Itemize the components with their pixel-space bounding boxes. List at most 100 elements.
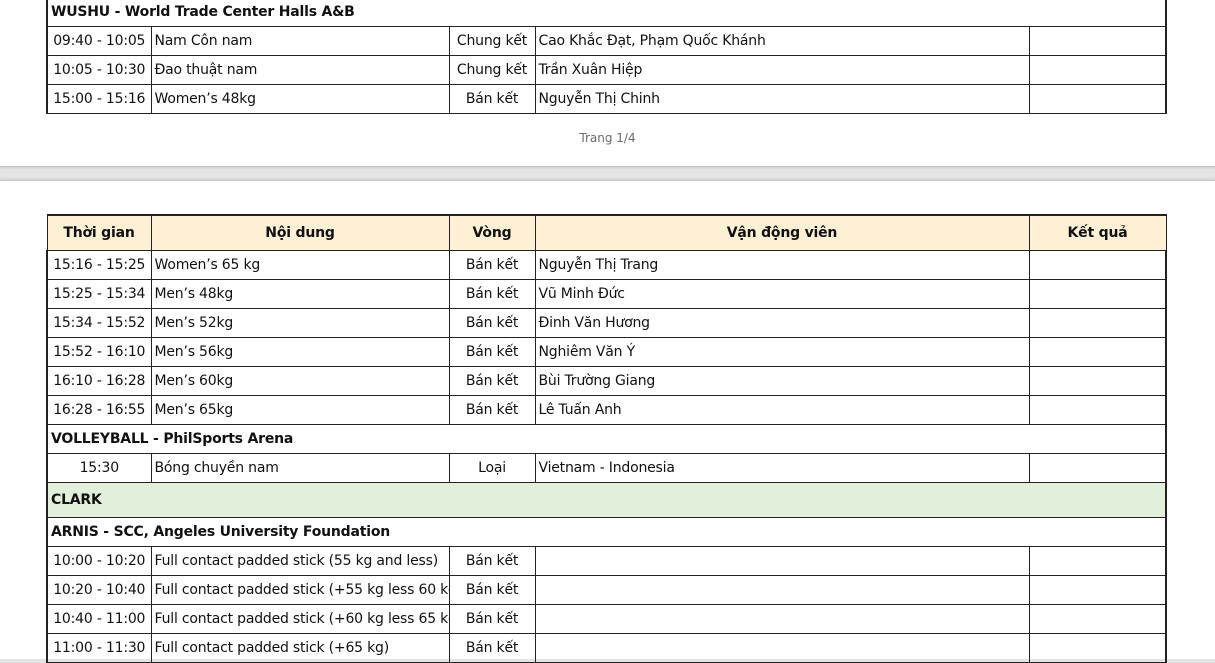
cell-athletes: Nghiêm Văn Ý xyxy=(534,337,1030,367)
cell-event: Women’s 48kg xyxy=(150,84,450,114)
cell-round: Chung kết xyxy=(448,55,536,85)
cell-time: 15:34 - 15:52 xyxy=(46,308,152,338)
cell-event: Men’s 56kg xyxy=(150,337,450,367)
cell-athletes: Lê Tuấn Anh xyxy=(534,395,1030,425)
cell-event: Nam Côn nam xyxy=(150,26,450,56)
table-header-row: Thời gian Nội dung Vòng Vận động viên Kế… xyxy=(46,214,1167,251)
cell-athletes xyxy=(534,575,1030,605)
cell-time: 15:52 - 16:10 xyxy=(46,337,152,367)
table-row: 15:34 - 15:52 Men’s 52kg Bán kết Đinh Văn … xyxy=(46,308,1167,338)
cell-time: 10:20 - 10:40 xyxy=(46,575,152,605)
cell-time: 09:40 - 10:05 xyxy=(46,26,152,56)
cell-event: Women’s 65 kg xyxy=(150,250,450,280)
cell-athletes: Vietnam - Indonesia xyxy=(534,453,1030,483)
cell-result xyxy=(1028,337,1167,367)
header-time: Thời gian xyxy=(46,214,152,251)
venue-label: VOLLEYBALL - PhilSports Arena xyxy=(46,424,1167,454)
cell-time: 10:40 - 11:00 xyxy=(46,604,152,634)
cell-time: 10:00 - 10:20 xyxy=(46,546,152,576)
schedule-table-page-1: WUSHU - World Trade Center Halls A&B 09:… xyxy=(46,0,1167,114)
table-row: 16:10 - 16:28 Men’s 60kg Bán kết Bùi Trường… xyxy=(46,366,1167,396)
schedule-table-page-2: Thời gian Nội dung Vòng Vận động viên Kế… xyxy=(46,214,1167,663)
cell-athletes: Bùi Trường Giang xyxy=(534,366,1030,396)
cell-event: Men’s 60kg xyxy=(150,366,450,396)
cell-round: Bán kết xyxy=(448,546,536,576)
region-row: CLARK xyxy=(46,482,1167,518)
cell-time: 16:28 - 16:55 xyxy=(46,395,152,425)
cell-time: 11:00 - 11:30 xyxy=(46,633,152,663)
cell-round: Bán kết xyxy=(448,604,536,634)
cell-result xyxy=(1028,575,1167,605)
page-footer: Trang 1/4 xyxy=(579,131,636,145)
cell-result xyxy=(1028,308,1167,338)
cell-athletes: Trần Xuân Hiệp xyxy=(534,55,1030,85)
cell-athletes xyxy=(534,604,1030,634)
cell-result xyxy=(1028,453,1167,483)
table-row: 15:16 - 15:25 Women’s 65 kg Bán kết Nguyễn … xyxy=(46,250,1167,280)
cell-event: Full contact padded stick (55 kg and les… xyxy=(150,546,450,576)
cell-round: Chung kết xyxy=(448,26,536,56)
cell-result xyxy=(1028,250,1167,280)
table-row: 15:00 - 15:16 Women’s 48kg Bán kết Nguyễn T… xyxy=(46,84,1167,114)
table-row: 10:20 - 10:40 Full contact padded stick (… xyxy=(46,575,1167,605)
cell-athletes: Vũ Minh Đức xyxy=(534,279,1030,309)
cell-time: 15:16 - 15:25 xyxy=(46,250,152,280)
cell-event: Men’s 48kg xyxy=(150,279,450,309)
cell-round: Bán kết xyxy=(448,337,536,367)
venue-label: ARNIS - SCC, Angeles University Foundati… xyxy=(46,517,1167,547)
cell-athletes xyxy=(534,546,1030,576)
cell-result xyxy=(1028,55,1167,85)
table-row: 09:40 - 10:05 Nam Côn nam Chung kết Cao Khắ… xyxy=(46,26,1167,56)
table-row: 11:00 - 11:30 Full contact padded stick (… xyxy=(46,633,1167,663)
cell-time: 16:10 - 16:28 xyxy=(46,366,152,396)
cell-result xyxy=(1028,26,1167,56)
header-event: Nội dung xyxy=(150,214,450,251)
cell-event: Bóng chuyền nam xyxy=(150,453,450,483)
cell-round: Bán kết xyxy=(448,366,536,396)
venue-label: WUSHU - World Trade Center Halls A&B xyxy=(46,0,1167,27)
cell-round: Bán kết xyxy=(448,84,536,114)
cell-time: 15:30 xyxy=(46,453,152,483)
cell-result xyxy=(1028,395,1167,425)
table-row: 10:40 - 11:00 Full contact padded stick (… xyxy=(46,604,1167,634)
cell-event: Men’s 52kg xyxy=(150,308,450,338)
cell-result xyxy=(1028,633,1167,663)
cell-time: 15:00 - 15:16 xyxy=(46,84,152,114)
document-page-2: Thời gian Nội dung Vòng Vận động viên Kế… xyxy=(0,180,1215,663)
header-result: Kết quả xyxy=(1028,214,1167,251)
document-page-1: WUSHU - World Trade Center Halls A&B 09:… xyxy=(0,0,1215,167)
cell-round: Bán kết xyxy=(448,395,536,425)
cell-event: Đao thuật nam xyxy=(150,55,450,85)
cell-result xyxy=(1028,546,1167,576)
table-row: 16:28 - 16:55 Men’s 65kg Bán kết Lê Tuấn An… xyxy=(46,395,1167,425)
table-row: 15:30 Bóng chuyền nam Loại Vietnam - Indone… xyxy=(46,453,1167,483)
cell-time: 10:05 - 10:30 xyxy=(46,55,152,85)
cell-event: Full contact padded stick (+65 kg) xyxy=(150,633,450,663)
table-row: 10:00 - 10:20 Full contact padded stick (… xyxy=(46,546,1167,576)
cell-result xyxy=(1028,84,1167,114)
cell-round: Bán kết xyxy=(448,633,536,663)
cell-athletes xyxy=(534,633,1030,663)
cell-athletes: Nguyễn Thị Trang xyxy=(534,250,1030,280)
header-athletes: Vận động viên xyxy=(534,214,1030,251)
cell-time: 15:25 - 15:34 xyxy=(46,279,152,309)
venue-row: VOLLEYBALL - PhilSports Arena xyxy=(46,424,1167,454)
cell-event: Men’s 65kg xyxy=(150,395,450,425)
table-row: 15:25 - 15:34 Men’s 48kg Bán kết Vũ Minh Đứ… xyxy=(46,279,1167,309)
venue-row: ARNIS - SCC, Angeles University Foundati… xyxy=(46,517,1167,547)
cell-round: Bán kết xyxy=(448,308,536,338)
cell-round: Loại xyxy=(448,453,536,483)
cell-round: Bán kết xyxy=(448,279,536,309)
cell-result xyxy=(1028,604,1167,634)
cell-athletes: Đinh Văn Hương xyxy=(534,308,1030,338)
table-row: 10:05 - 10:30 Đao thuật nam Chung kết Trần … xyxy=(46,55,1167,85)
table-row: 15:52 - 16:10 Men’s 56kg Bán kết Nghiêm Văn… xyxy=(46,337,1167,367)
cell-round: Bán kết xyxy=(448,250,536,280)
cell-result xyxy=(1028,366,1167,396)
cell-result xyxy=(1028,279,1167,309)
cell-athletes: Cao Khắc Đạt, Phạm Quốc Khánh xyxy=(534,26,1030,56)
cell-event: Full contact padded stick (+55 kg less 6… xyxy=(150,575,450,605)
cell-round: Bán kết xyxy=(448,575,536,605)
cell-event: Full contact padded stick (+60 kg less 6… xyxy=(150,604,450,634)
header-round: Vòng xyxy=(448,214,536,251)
